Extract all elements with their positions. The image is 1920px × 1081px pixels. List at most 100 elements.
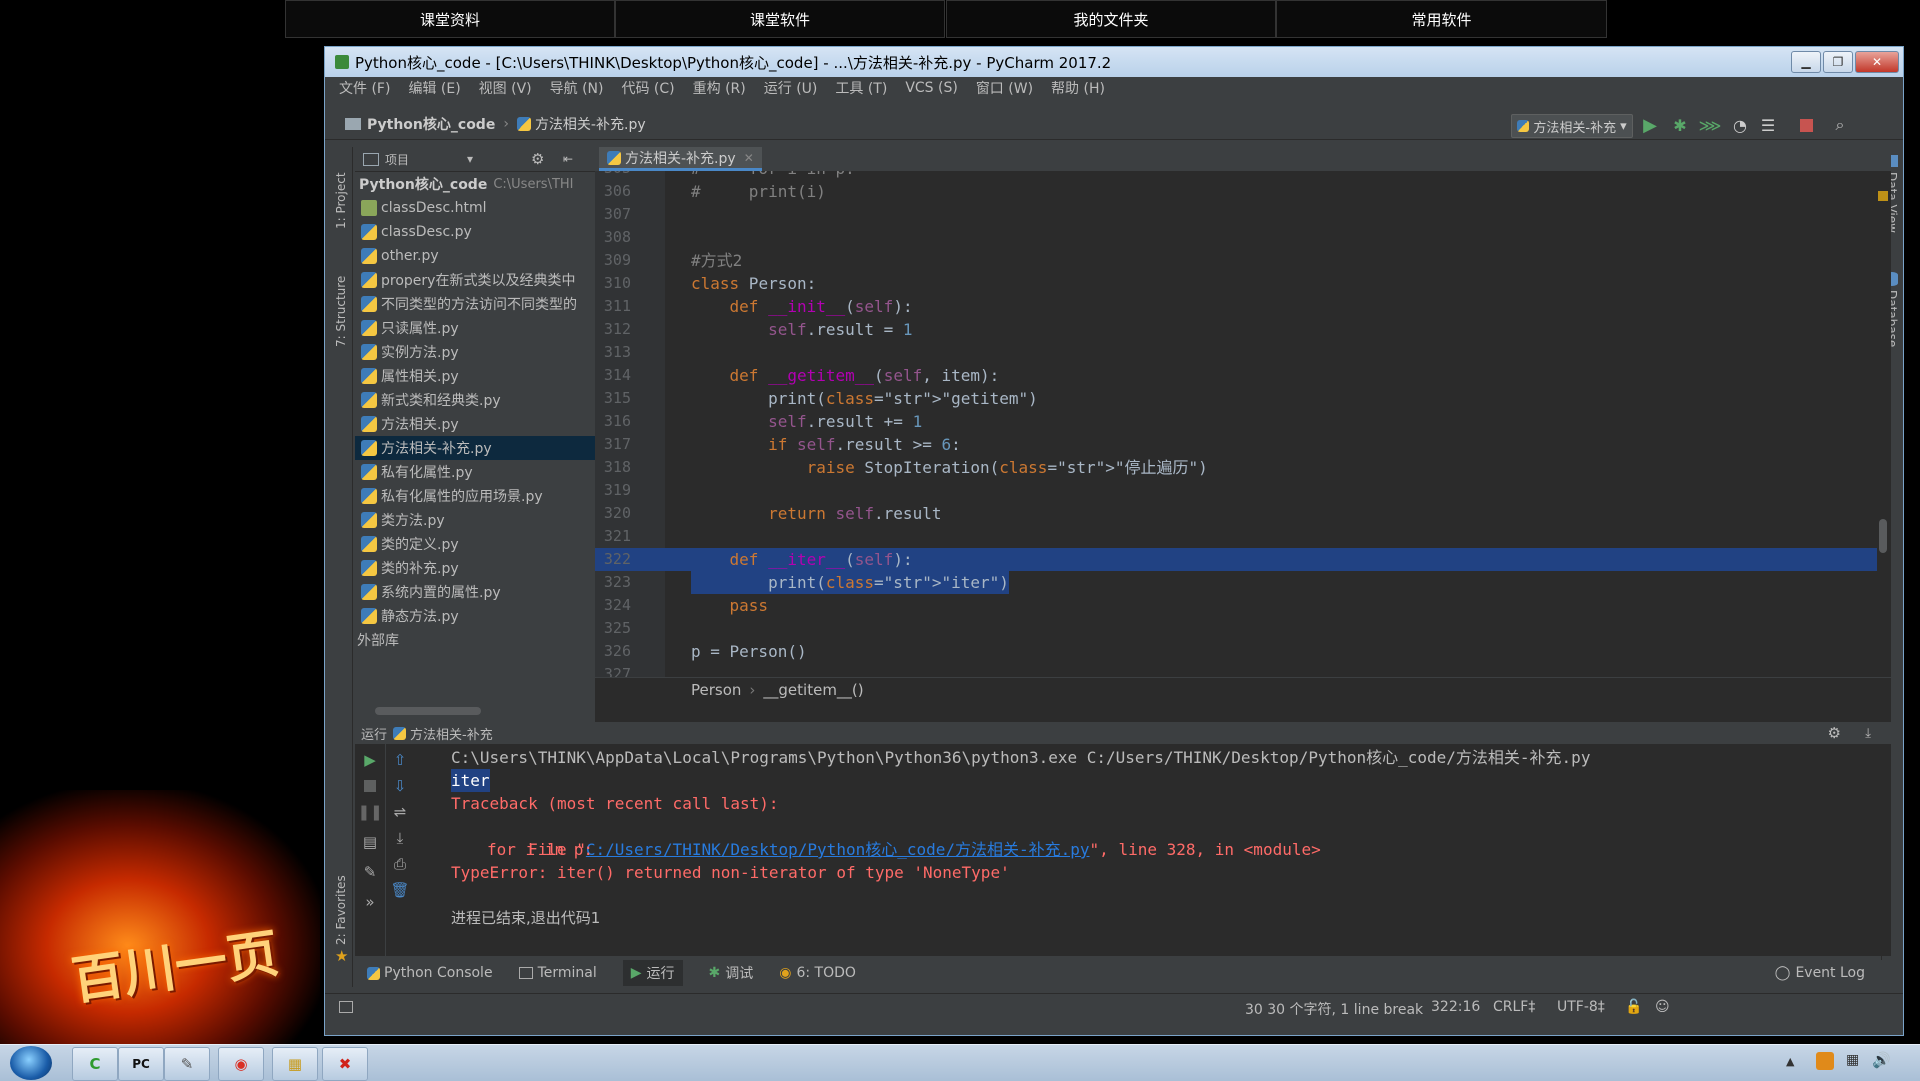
code-line[interactable]: 316 self.result += 1 <box>595 410 1877 433</box>
code-line[interactable]: 324 pass <box>595 594 1877 617</box>
event-log-tab[interactable]: ◯ Event Log <box>1775 965 1865 981</box>
print-icon[interactable]: ⎙ <box>389 854 411 874</box>
project-file-item[interactable]: 类的定义.py <box>355 532 617 556</box>
top-tab-class-materials[interactable]: 课堂资料 <box>285 0 615 38</box>
nav-file-crumb[interactable]: 方法相关-补充.py <box>535 114 646 134</box>
top-tab-my-folder[interactable]: 我的文件夹 <box>946 0 1276 38</box>
todo-tab[interactable]: ◉ 6: TODO <box>779 965 856 981</box>
pause-icon[interactable]: ❚❚ <box>357 802 382 822</box>
python-console-tab[interactable]: Python Console <box>367 965 493 981</box>
gear-icon[interactable]: ⚙ <box>1828 724 1841 742</box>
code-line[interactable]: 311 def __init__(self): <box>595 295 1877 318</box>
project-file-item[interactable]: 方法相关-补充.py <box>355 436 617 460</box>
project-view-selector[interactable]: 项目 <box>385 151 409 168</box>
xmind-icon[interactable]: ✖ <box>322 1047 368 1081</box>
menu-help[interactable]: 帮助 (H) <box>1051 78 1105 98</box>
menu-file[interactable]: 文件 (F) <box>339 78 390 98</box>
inspector-icon[interactable]: ☺ <box>1655 999 1670 1015</box>
breadcrumb-class[interactable]: Person <box>691 681 741 699</box>
profile-icon[interactable]: ◔ <box>1729 114 1751 136</box>
code-line[interactable]: 307 <box>595 203 1877 226</box>
top-tab-common-software[interactable]: 常用软件 <box>1276 0 1607 38</box>
project-file-item[interactable]: 静态方法.py <box>355 604 617 628</box>
menu-window[interactable]: 窗口 (W) <box>976 78 1033 98</box>
project-file-item[interactable]: 类的补充.py <box>355 556 617 580</box>
stop-icon[interactable] <box>359 776 381 796</box>
tray-app-icon[interactable] <box>1816 1052 1834 1070</box>
menu-refactor[interactable]: 重构 (R) <box>693 78 746 98</box>
code-line[interactable]: 325 <box>595 617 1877 640</box>
explorer-icon[interactable]: ▦ <box>272 1047 318 1081</box>
notepad-icon[interactable]: ✎ <box>164 1047 210 1081</box>
scroll-to-end-icon[interactable]: ⤓ <box>389 828 411 848</box>
start-button[interactable] <box>10 1046 52 1080</box>
debug-tab[interactable]: ✱ 调试 <box>709 963 754 983</box>
volume-icon[interactable]: 🔊 <box>1872 1051 1891 1069</box>
code-editor[interactable]: 方法相关-补充.py ✕ 305 # for i in p: 306 # print(… <box>595 147 1891 722</box>
minimize-button[interactable]: ▁ <box>1791 51 1821 73</box>
project-file-item[interactable]: classDesc.html <box>355 196 617 220</box>
favorites-tool-tab[interactable]: 2: Favorites <box>334 867 348 945</box>
lock-icon[interactable]: 🔓 <box>1625 999 1642 1015</box>
code-line[interactable]: 315 print(class="str">"getitem") <box>595 387 1877 410</box>
project-file-item[interactable]: 新式类和经典类.py <box>355 388 617 412</box>
pycharm-icon[interactable]: PC <box>118 1047 164 1081</box>
breadcrumb-method[interactable]: __getitem__() <box>763 681 863 699</box>
menu-navigate[interactable]: 导航 (N) <box>550 78 604 98</box>
horizontal-scrollbar[interactable] <box>375 707 481 715</box>
rerun-icon[interactable]: ▶ <box>359 750 381 770</box>
expand-more-icon[interactable]: » <box>359 892 381 912</box>
traceback-file-link[interactable]: C:/Users/THINK/Desktop/Python核心_code/方法相… <box>586 840 1090 859</box>
layout-icon[interactable]: ▤ <box>359 832 381 852</box>
code-line[interactable]: 310 class Person: <box>595 272 1877 295</box>
layout-toggle-icon[interactable] <box>339 1001 353 1013</box>
external-libraries[interactable]: 外部库 <box>355 628 617 652</box>
maximize-button[interactable]: ❐ <box>1823 51 1853 73</box>
menu-code[interactable]: 代码 (C) <box>621 78 674 98</box>
code-line[interactable]: 326 p = Person() <box>595 640 1877 663</box>
concurrency-icon[interactable]: ☰ <box>1757 114 1779 136</box>
code-line[interactable]: 314 def __getitem__(self, item): <box>595 364 1877 387</box>
project-file-item[interactable]: propery在新式类以及经典类中 <box>355 268 617 292</box>
project-file-item[interactable]: 方法相关.py <box>355 412 617 436</box>
menu-edit[interactable]: 编辑 (E) <box>408 78 460 98</box>
code-line[interactable]: 306 # print(i) <box>595 180 1877 203</box>
menu-tools[interactable]: 工具 (T) <box>835 78 887 98</box>
menu-vcs[interactable]: VCS (S) <box>905 80 958 96</box>
code-line[interactable]: 320 return self.result <box>595 502 1877 525</box>
project-file-item[interactable]: 不同类型的方法访问不同类型的 <box>355 292 617 316</box>
project-file-item[interactable]: 类方法.py <box>355 508 617 532</box>
terminal-tab[interactable]: Terminal <box>518 965 597 981</box>
editor-tab-active[interactable]: 方法相关-补充.py ✕ <box>599 147 762 171</box>
tray-expand-icon[interactable]: ▲ <box>1786 1055 1794 1068</box>
collapse-icon[interactable]: ⇤ <box>563 152 573 166</box>
code-line[interactable]: 308 <box>595 226 1877 249</box>
project-file-item[interactable]: 系统内置的属性.py <box>355 580 617 604</box>
structure-tool-tab[interactable]: 7: Structure <box>334 267 348 347</box>
status-encoding[interactable]: UTF-8‡ <box>1557 999 1605 1015</box>
code-line[interactable]: 309 #方式2 <box>595 249 1877 272</box>
up-arrow-icon[interactable]: ⇧ <box>389 750 411 770</box>
code-line[interactable]: 313 <box>595 341 1877 364</box>
chevron-down-icon[interactable]: ▾ <box>467 152 473 166</box>
run-config-dropdown[interactable]: 方法相关-补充 ▾ <box>1511 114 1633 138</box>
gear-icon[interactable]: ⚙ <box>531 150 544 168</box>
project-file-item[interactable]: 私有化属性.py <box>355 460 617 484</box>
close-tab-icon[interactable]: ✕ <box>744 151 754 165</box>
project-file-item[interactable]: 实例方法.py <box>355 340 617 364</box>
camtasia-icon[interactable]: C <box>72 1047 118 1081</box>
debug-icon[interactable]: ✱ <box>1669 114 1691 136</box>
top-tab-class-software[interactable]: 课堂软件 <box>615 0 945 38</box>
run-icon[interactable]: ▶ <box>1639 114 1661 136</box>
search-everywhere-icon[interactable]: ⌕ <box>1829 114 1851 136</box>
menu-view[interactable]: 视图 (V) <box>479 78 532 98</box>
project-file-item[interactable]: 属性相关.py <box>355 364 617 388</box>
project-file-item[interactable]: 只读属性.py <box>355 316 617 340</box>
project-file-item[interactable]: 私有化属性的应用场景.py <box>355 484 617 508</box>
close-button[interactable]: ✕ <box>1855 51 1899 73</box>
code-line[interactable]: 312 self.result = 1 <box>595 318 1877 341</box>
project-root[interactable]: Python核心_code C:\Users\THI <box>355 172 617 196</box>
project-file-item[interactable]: classDesc.py <box>355 220 617 244</box>
down-arrow-icon[interactable]: ⇩ <box>389 776 411 796</box>
stop-icon[interactable] <box>1795 114 1817 136</box>
